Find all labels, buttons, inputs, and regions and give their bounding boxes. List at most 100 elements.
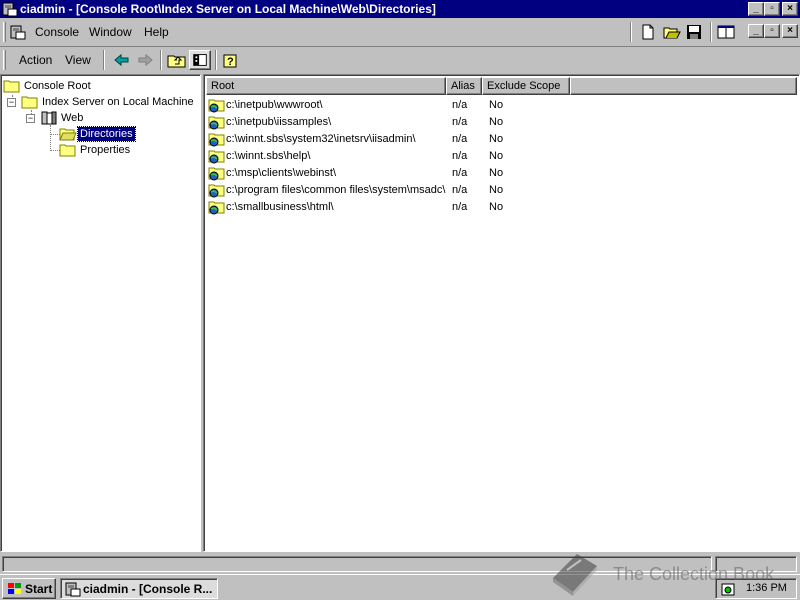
window-tile-icon[interactable] bbox=[716, 23, 736, 41]
tree-node-directories[interactable]: Directories bbox=[59, 126, 179, 142]
close-button[interactable]: × bbox=[782, 2, 798, 16]
cell-root: c:\inetpub\iissamples\ bbox=[226, 116, 332, 128]
child-close-button[interactable]: × bbox=[782, 24, 798, 38]
mmc-app-icon[interactable] bbox=[2, 1, 18, 17]
windows-logo-icon bbox=[8, 583, 21, 594]
virtual-directory-icon bbox=[208, 167, 225, 181]
cell-root: c:\smallbusiness\html\ bbox=[226, 201, 334, 213]
cell-exclude-scope: No bbox=[489, 133, 504, 145]
cell-exclude-scope: No bbox=[489, 99, 504, 111]
start-label: Start bbox=[25, 582, 53, 596]
back-arrow-icon[interactable] bbox=[111, 50, 133, 70]
folder-open-icon bbox=[59, 128, 77, 141]
maximize-button[interactable]: ▫ bbox=[764, 2, 780, 16]
cell-root: c:\msp\clients\webinst\ bbox=[226, 167, 337, 179]
toolbar-separator-3 bbox=[215, 50, 217, 70]
cell-exclude-scope: No bbox=[489, 184, 504, 196]
minimize-button[interactable]: _ bbox=[748, 2, 764, 16]
menubar-separator-2 bbox=[710, 22, 712, 42]
up-one-level-icon[interactable] bbox=[166, 50, 188, 70]
status-panel-main bbox=[2, 556, 712, 572]
new-icon[interactable] bbox=[638, 23, 658, 41]
virtual-directory-icon bbox=[208, 133, 225, 147]
column-header-alias[interactable]: Alias bbox=[446, 77, 482, 95]
tree-node-console-root[interactable]: Console Root bbox=[3, 78, 193, 94]
start-button[interactable]: Start bbox=[2, 578, 56, 599]
cell-alias: n/a bbox=[452, 184, 468, 196]
cell-exclude-scope: No bbox=[489, 116, 504, 128]
table-row[interactable]: c:\winnt.sbs\help\ n/a No bbox=[206, 148, 796, 165]
column-header-filler bbox=[570, 77, 797, 95]
tree-node-properties[interactable]: Properties bbox=[59, 142, 179, 158]
virtual-directory-icon bbox=[208, 116, 225, 130]
collapse-icon[interactable]: − bbox=[7, 98, 16, 107]
tree-label: Index Server on Local Machine bbox=[42, 96, 194, 108]
list-pane[interactable]: Root Alias Exclude Scope c:\inetpub\wwwr… bbox=[203, 74, 800, 552]
cell-alias: n/a bbox=[452, 201, 468, 213]
tree-label: Properties bbox=[80, 144, 131, 156]
help-icon[interactable]: ? bbox=[220, 50, 242, 70]
svg-text:?: ? bbox=[227, 56, 234, 68]
table-row[interactable]: c:\msp\clients\webinst\ n/a No bbox=[206, 165, 796, 182]
virtual-directory-icon bbox=[208, 201, 225, 215]
cell-root: c:\winnt.sbs\help\ bbox=[226, 150, 311, 162]
open-icon[interactable] bbox=[662, 23, 682, 41]
status-panel-secondary bbox=[715, 556, 797, 572]
console-menu-icon bbox=[10, 25, 26, 40]
virtual-directory-icon bbox=[208, 99, 225, 113]
status-bar bbox=[0, 554, 800, 574]
action-menu-button[interactable]: Action bbox=[19, 53, 52, 71]
system-tray: 1:36 PM bbox=[715, 578, 797, 599]
child-minimize-button[interactable]: _ bbox=[748, 24, 764, 38]
tree-label: Web bbox=[61, 112, 84, 124]
show-hide-tree-icon[interactable] bbox=[189, 50, 211, 70]
scheduler-icon[interactable] bbox=[720, 581, 736, 597]
menu-help[interactable]: Help bbox=[144, 25, 169, 39]
taskbar: Start ciadmin - [Console R... 1:36 PM bbox=[0, 574, 800, 600]
tree-label: Console Root bbox=[24, 80, 91, 92]
menu-window[interactable]: Window bbox=[89, 25, 132, 39]
table-row[interactable]: c:\winnt.sbs\system32\inetsrv\iisadmin\ n… bbox=[206, 131, 796, 148]
table-row[interactable]: c:\program files\common files\system\msa… bbox=[206, 182, 796, 199]
menu-bar: Console Window Help _ ▫ × bbox=[0, 20, 800, 44]
clock[interactable]: 1:36 PM bbox=[746, 582, 787, 594]
cell-alias: n/a bbox=[452, 150, 468, 162]
menubar-separator bbox=[630, 22, 632, 42]
toolbar: Action View ? bbox=[0, 46, 800, 72]
folder-icon bbox=[3, 80, 20, 93]
title-bar[interactable]: ciadmin - [Console Root\Index Server on … bbox=[0, 0, 800, 18]
tree-label: Directories bbox=[77, 126, 136, 142]
virtual-directory-icon bbox=[208, 150, 225, 164]
cell-alias: n/a bbox=[452, 133, 468, 145]
toolbar-separator-2 bbox=[160, 50, 162, 70]
cell-exclude-scope: No bbox=[489, 150, 504, 162]
child-restore-button[interactable]: ▫ bbox=[764, 24, 780, 38]
cell-alias: n/a bbox=[452, 167, 468, 179]
menubar-grip[interactable] bbox=[3, 22, 6, 42]
toolbar-grip[interactable] bbox=[3, 50, 6, 70]
tree-node-web[interactable]: Web bbox=[40, 110, 140, 126]
taskbar-button-ciadmin[interactable]: ciadmin - [Console R... bbox=[60, 578, 218, 599]
mmc-app-icon bbox=[65, 582, 81, 597]
tree-connector bbox=[50, 125, 51, 151]
table-row[interactable]: c:\smallbusiness\html\ n/a No bbox=[206, 199, 796, 216]
cell-root: c:\winnt.sbs\system32\inetsrv\iisadmin\ bbox=[226, 133, 416, 145]
view-menu-button[interactable]: View bbox=[65, 53, 91, 71]
forward-arrow-icon[interactable] bbox=[134, 50, 156, 70]
tree-pane[interactable]: Console Root − Index Server on Local Mac… bbox=[0, 74, 201, 552]
toolbar-separator bbox=[103, 50, 105, 70]
folder-icon bbox=[59, 144, 76, 157]
cell-root: c:\program files\common files\system\msa… bbox=[226, 184, 446, 196]
menu-console[interactable]: Console bbox=[35, 25, 79, 39]
cell-exclude-scope: No bbox=[489, 201, 504, 213]
table-row[interactable]: c:\inetpub\wwwroot\ n/a No bbox=[206, 97, 796, 114]
cell-alias: n/a bbox=[452, 99, 468, 111]
virtual-directory-icon bbox=[208, 184, 225, 198]
collapse-icon[interactable]: − bbox=[26, 114, 35, 123]
column-header-root[interactable]: Root bbox=[206, 77, 446, 95]
tree-node-index-server[interactable]: Index Server on Local Machine bbox=[21, 94, 199, 110]
taskbar-button-label: ciadmin - [Console R... bbox=[83, 582, 213, 596]
table-row[interactable]: c:\inetpub\iissamples\ n/a No bbox=[206, 114, 796, 131]
column-header-exclude-scope[interactable]: Exclude Scope bbox=[482, 77, 570, 95]
save-icon[interactable] bbox=[684, 23, 704, 41]
